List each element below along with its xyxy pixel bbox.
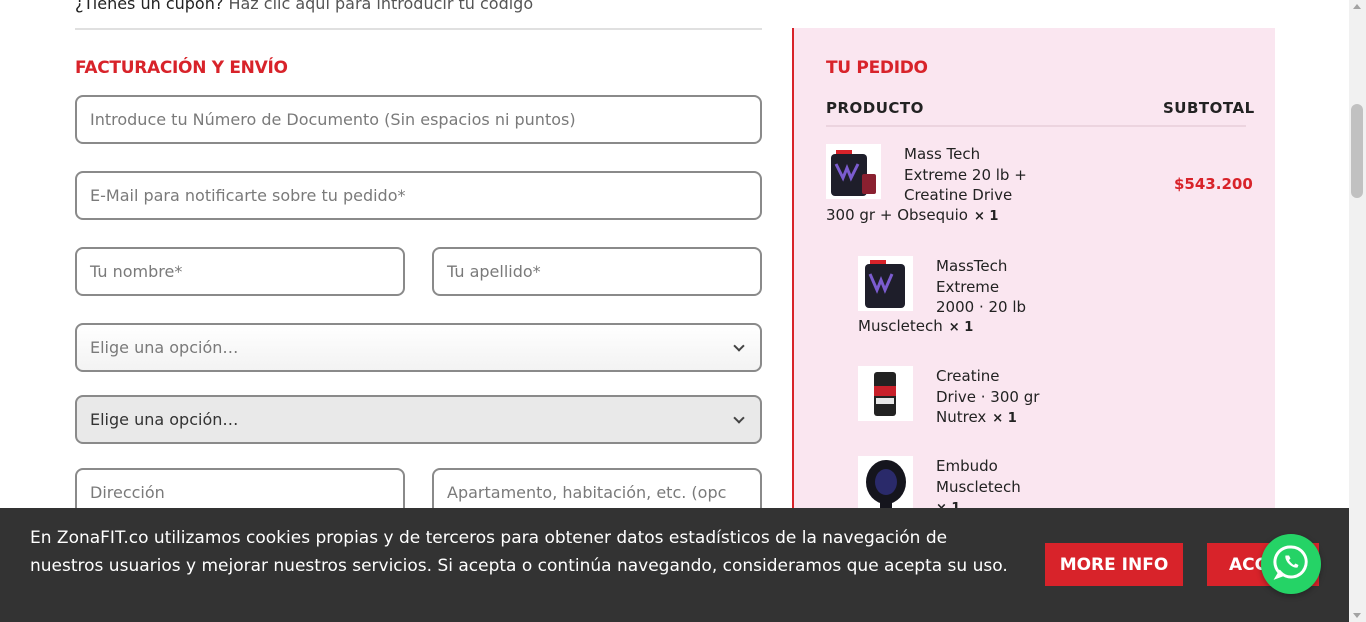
item-quantity: × 1 bbox=[992, 411, 1017, 426]
document-number-placeholder: Introduce tu Número de Documento (Sin es… bbox=[90, 110, 576, 129]
chevron-down-icon bbox=[733, 411, 745, 424]
order-item-name-last: Nutrex × 1 bbox=[936, 408, 1017, 426]
apartment-placeholder: Apartamento, habitación, etc. (opc bbox=[447, 483, 727, 502]
order-item-name-last: 300 gr + Obsequio × 1 bbox=[826, 206, 999, 224]
coupon-notice: ¿Tienes un cupón? Haz clic aquí para int… bbox=[75, 0, 533, 13]
product-thumbnail bbox=[858, 366, 913, 421]
more-info-button[interactable]: MORE INFO bbox=[1045, 543, 1183, 586]
item-subtotal: $543.200 bbox=[1174, 175, 1253, 193]
item-quantity: × 1 bbox=[973, 209, 999, 224]
order-title: TU PEDIDO bbox=[826, 58, 928, 78]
order-item-name-lines: Mass Tech Extreme 20 lb + Creatine Drive bbox=[904, 145, 1027, 204]
coupon-question: ¿Tienes un cupón? bbox=[75, 0, 224, 13]
whatsapp-icon bbox=[1273, 544, 1309, 584]
order-item-name-lines: MassTech Extreme 2000 · 20 lb bbox=[936, 257, 1027, 316]
product-thumbnail bbox=[858, 256, 913, 311]
first-name-placeholder: Tu nombre* bbox=[90, 262, 183, 281]
option-select-1-value: Elige una opción… bbox=[90, 338, 239, 357]
divider bbox=[75, 28, 762, 30]
last-name-placeholder: Tu apellido* bbox=[447, 262, 541, 281]
billing-title: FACTURACIÓN Y ENVÍO bbox=[75, 58, 288, 78]
column-subtotal: SUBTOTAL bbox=[1163, 99, 1255, 117]
chevron-down-icon bbox=[733, 339, 745, 352]
document-number-input[interactable]: Introduce tu Número de Documento (Sin es… bbox=[75, 95, 762, 144]
order-item-name-lines: Embudo Muscletech bbox=[936, 457, 1021, 496]
order-item-name-last: Muscletech × 1 bbox=[858, 317, 974, 335]
item-quantity: × 1 bbox=[948, 320, 974, 335]
email-input[interactable]: E-Mail para notificarte sobre tu pedido* bbox=[75, 171, 762, 220]
scroll-down-arrow-icon[interactable] bbox=[1353, 613, 1361, 618]
product-thumbnail bbox=[826, 144, 881, 199]
first-name-input[interactable]: Tu nombre* bbox=[75, 247, 405, 296]
scrollbar-thumb[interactable] bbox=[1351, 104, 1363, 198]
coupon-link[interactable]: Haz clic aquí para introducir tu código bbox=[228, 0, 533, 13]
option-select-2[interactable]: Elige una opción… bbox=[75, 395, 762, 444]
address-placeholder: Dirección bbox=[90, 483, 165, 502]
whatsapp-button[interactable] bbox=[1261, 534, 1321, 594]
last-name-input[interactable]: Tu apellido* bbox=[432, 247, 762, 296]
column-product: PRODUCTO bbox=[826, 99, 924, 117]
order-item-name-lines: Creatine Drive · 300 gr bbox=[936, 367, 1040, 406]
divider bbox=[826, 125, 1246, 127]
option-select-2-value: Elige una opción… bbox=[90, 410, 239, 429]
email-placeholder: E-Mail para notificarte sobre tu pedido* bbox=[90, 186, 406, 205]
page-scrollbar[interactable] bbox=[1349, 0, 1366, 622]
scroll-up-arrow-icon[interactable] bbox=[1353, 4, 1361, 9]
product-thumbnail bbox=[858, 456, 913, 511]
cookie-banner: En ZonaFIT.co utilizamos cookies propias… bbox=[0, 508, 1349, 622]
option-select-1[interactable]: Elige una opción… bbox=[75, 323, 762, 372]
cookie-message: En ZonaFIT.co utilizamos cookies propias… bbox=[30, 528, 1008, 576]
